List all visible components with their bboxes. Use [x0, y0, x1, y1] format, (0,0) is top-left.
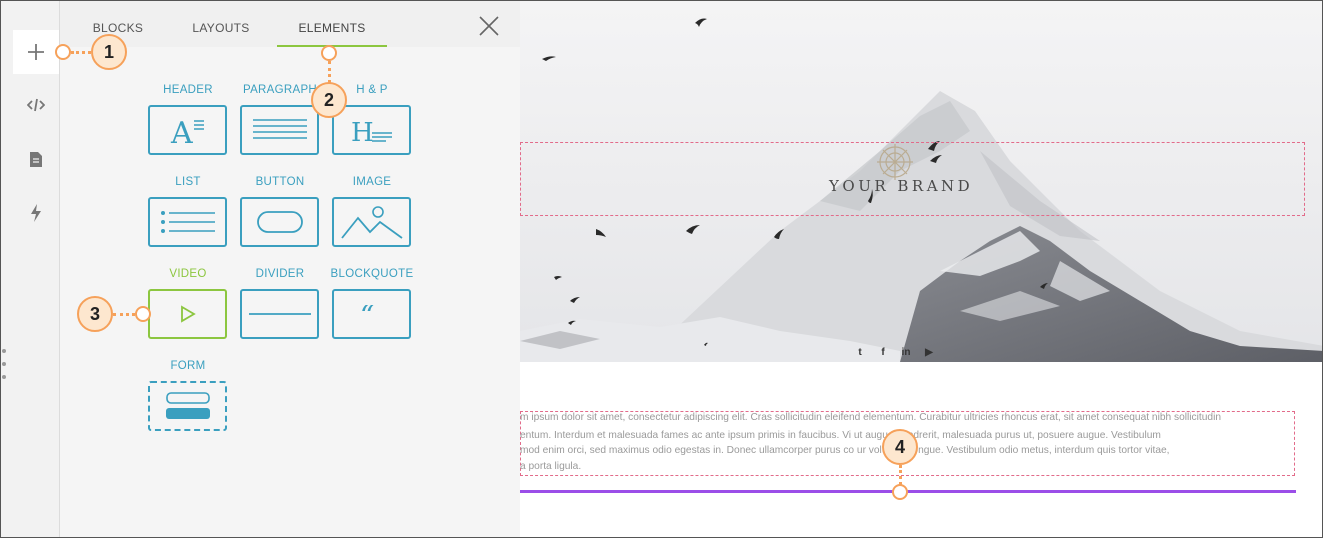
pages-button[interactable]: [13, 137, 59, 181]
paragraph-line: mod enim orci, sed maximus odio egestas …: [520, 445, 1170, 456]
actions-button[interactable]: [13, 191, 59, 235]
element-button[interactable]: [240, 197, 319, 247]
element-label-paragraph: PARAGRAPH: [242, 84, 318, 96]
callout-2: 2: [311, 82, 347, 118]
callout-4-pin: [892, 484, 908, 500]
list-icon: [160, 211, 215, 233]
page-canvas: YOUR BRAND t f in ▶ m ipsum dolor sit am…: [520, 1, 1322, 537]
callout-3: 3: [77, 296, 113, 332]
element-label-video: VIDEO: [169, 268, 207, 280]
element-divider[interactable]: [240, 289, 319, 339]
heading-paragraph-icon: H: [351, 118, 392, 145]
element-image[interactable]: [332, 197, 411, 247]
element-label-form: FORM: [170, 360, 206, 372]
element-h-and-p[interactable]: H: [332, 105, 411, 155]
svg-text:H: H: [351, 118, 374, 145]
linkedin-icon[interactable]: in: [900, 347, 912, 358]
plus-icon: [28, 44, 44, 60]
callout-2-pin: [321, 45, 337, 61]
hero-image: YOUR BRAND t f in ▶: [520, 1, 1322, 362]
twitter-icon[interactable]: t: [854, 347, 866, 358]
paragraph-line: entum. Interdum et malesuada fames ac an…: [520, 430, 1161, 441]
tab-elements[interactable]: ELEMENTS: [277, 1, 387, 47]
svg-text:“: “: [360, 305, 374, 323]
blockquote-icon: “: [360, 305, 374, 323]
paragraph-line: a porta ligula.: [520, 461, 582, 472]
callout-3-pin: [135, 306, 151, 322]
youtube-icon[interactable]: ▶: [923, 347, 935, 358]
header-icon: A: [170, 116, 204, 147]
element-label-header: HEADER: [163, 84, 213, 96]
element-label-blockquote: BLOCKQUOTE: [330, 268, 414, 280]
element-label-list: LIST: [175, 176, 201, 188]
callout-3-connector: [113, 313, 135, 316]
form-icon: [165, 392, 210, 419]
video-icon: [180, 305, 196, 323]
element-blockquote[interactable]: “: [332, 289, 411, 339]
divider-icon: [248, 313, 311, 315]
callout-4-connector: [899, 465, 902, 485]
social-links: t f in ▶: [854, 347, 935, 358]
close-icon[interactable]: [478, 15, 500, 37]
panel-tabs: BLOCKS LAYOUTS ELEMENTS: [60, 1, 520, 47]
lightning-icon: [31, 204, 41, 222]
element-video[interactable]: [148, 289, 227, 339]
left-icon-rail: [1, 1, 60, 537]
add-elements-button[interactable]: [13, 30, 59, 74]
divider-drop-indicator: [520, 490, 1296, 493]
code-icon: [27, 98, 45, 112]
code-button[interactable]: [13, 83, 59, 127]
element-paragraph[interactable]: [240, 105, 319, 155]
image-icon: [340, 206, 403, 239]
facebook-icon[interactable]: f: [877, 347, 889, 358]
element-header[interactable]: A: [148, 105, 227, 155]
document-icon: [30, 151, 42, 167]
paragraph-icon: [252, 119, 307, 139]
callout-1-pin: [55, 44, 71, 60]
element-label-image: IMAGE: [352, 176, 392, 188]
element-label-button: BUTTON: [255, 176, 305, 188]
elements-panel: BLOCKS LAYOUTS ELEMENTS HEADER A PARAGRA…: [60, 1, 520, 537]
button-icon: [256, 211, 303, 233]
callout-1-connector: [71, 51, 91, 54]
element-label-divider: DIVIDER: [255, 268, 305, 280]
svg-text:A: A: [170, 116, 193, 147]
paragraph-line: m ipsum dolor sit amet, consectetur adip…: [520, 412, 1221, 423]
tab-layouts[interactable]: LAYOUTS: [180, 1, 262, 47]
callout-2-connector: [328, 61, 331, 83]
element-list[interactable]: [148, 197, 227, 247]
panel-resize-handle[interactable]: [1, 349, 7, 379]
brand-name[interactable]: YOUR BRAND: [829, 177, 973, 195]
callout-4: 4: [882, 429, 918, 465]
app-frame: BLOCKS LAYOUTS ELEMENTS HEADER A PARAGRA…: [0, 0, 1323, 538]
callout-1: 1: [91, 34, 127, 70]
element-form[interactable]: [148, 381, 227, 431]
